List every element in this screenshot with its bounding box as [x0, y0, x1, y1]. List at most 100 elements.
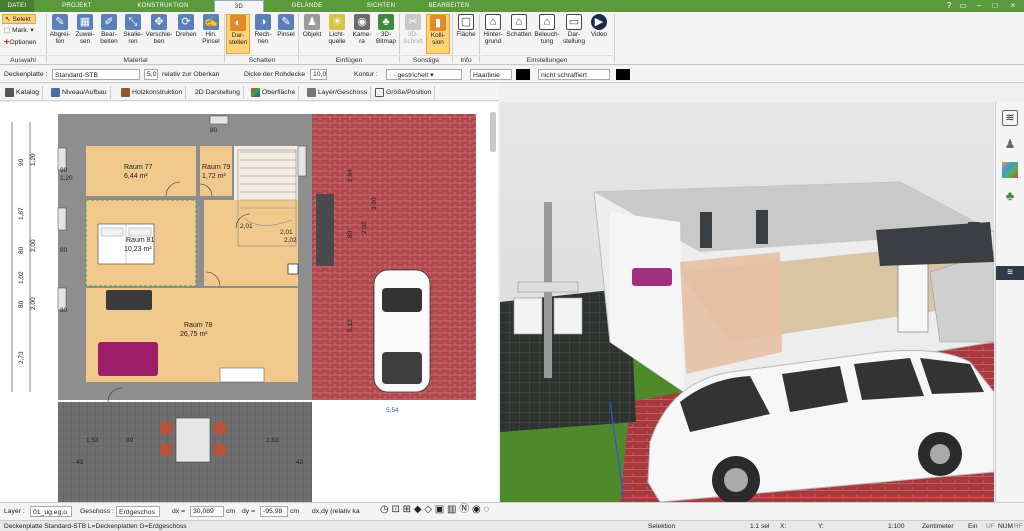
car-plan[interactable] [373, 269, 431, 393]
lichtquelle-button[interactable]: ☀ Licht-quelle [325, 14, 349, 45]
layer-geschoss-button[interactable]: Layer/Geschoss [304, 86, 372, 99]
floor-plan-view[interactable]: Raum 77 6,44 m² Raum 79 1,72 m² Raum 81 … [0, 102, 498, 502]
rotate-icon: ⟳ [178, 14, 194, 30]
house-light-icon: ⌂ [539, 14, 555, 30]
zuweisen-button[interactable]: ▦ Zuwei-sen [73, 14, 97, 45]
close-icon[interactable]: × [1008, 1, 1018, 11]
dim-door-7: 2,02 [284, 237, 297, 244]
dx-input[interactable]: 30,089 [190, 506, 224, 517]
ref-select[interactable]: relativ zur Oberkan [162, 69, 236, 80]
optionen-label: Optionen [9, 39, 37, 46]
3d-view[interactable] [500, 102, 994, 502]
groesse-position-button[interactable]: Größe/Position [372, 86, 436, 99]
stove[interactable] [287, 263, 299, 275]
pinsel-label: Pinsel [277, 31, 295, 38]
selekt-label: Selekt [12, 16, 31, 23]
dy-input[interactable]: -95,98 [260, 506, 288, 517]
tab-konstruktion[interactable]: KONSTRUKTION [118, 0, 208, 12]
flaeche-button[interactable]: ▢ Fläche [454, 14, 478, 38]
menu-icon[interactable]: ≡ [996, 266, 1024, 280]
tab-datei[interactable]: DATEI [0, 0, 34, 12]
katalog-button[interactable]: Katalog [2, 86, 44, 99]
darstellen-button[interactable]: ◐ Dar-stellen [226, 14, 250, 54]
linestyle-select[interactable]: Haarlinie [470, 69, 512, 80]
catalog-icon [5, 87, 14, 97]
line-color-swatch[interactable] [516, 69, 530, 80]
floor-plan-svg[interactable]: Raum 77 6,44 m² Raum 79 1,72 m² Raum 81 … [0, 102, 498, 502]
layer-select[interactable]: 01_ug,eg,o [30, 506, 72, 517]
restore-ribbon-icon[interactable]: ▭ [958, 1, 968, 11]
darstellung-label: Dar-stellung [562, 31, 586, 45]
dim-door-1: 2,01 [240, 223, 253, 230]
plan-scrollbar[interactable] [490, 112, 496, 152]
rechnen-button[interactable]: ◑ Rech-nen [251, 14, 275, 45]
verschieben-button[interactable]: ✥ Verschie-ben [145, 14, 173, 45]
tab-gelaende[interactable]: GELÄNDE [272, 0, 342, 12]
3d-scene-svg[interactable] [500, 102, 994, 502]
sofa-pink[interactable] [98, 342, 158, 376]
kontur-select[interactable]: · · gestrichelt ▾ [386, 69, 462, 80]
mark-button[interactable]: ⬚ Mark. ▾ [2, 26, 34, 36]
schatten-settings-button[interactable]: ⌂ Schatten [506, 14, 532, 38]
minimize-icon[interactable]: – [974, 1, 984, 11]
fill-color-swatch[interactable] [616, 69, 630, 80]
size-icon [375, 87, 384, 97]
zuweisen-label: Zuwei-sen [75, 31, 95, 45]
oberflaeche-button[interactable]: Oberfläche [248, 86, 300, 99]
thickness-input[interactable]: 5,0 [144, 69, 158, 80]
skalieren-button[interactable]: ⤡ Skalie-ren [121, 14, 145, 45]
objekt-button[interactable]: ♟ Objekt [300, 14, 324, 38]
pinsel-button[interactable]: ✎ Pinsel [274, 14, 298, 38]
bearbeiten-label: Bear-beiten [100, 31, 118, 45]
3d-schnitt-label: 3D- Schnitt [403, 31, 423, 45]
schraffur-value: nicht schraffiert [541, 72, 587, 79]
3d-schnitt-button[interactable]: ✂ 3D- Schnitt [401, 14, 425, 45]
abgreifen-button[interactable]: ✎ Abgrei-fen [48, 14, 72, 45]
tab-bearbeiten[interactable]: BEARBEITEN [414, 0, 484, 12]
layers-panel-icon[interactable]: ≋ [1002, 110, 1018, 126]
beleuchtung-button[interactable]: ⌂ Beleuch-tung [534, 14, 560, 45]
type-select[interactable]: Standard-STB [52, 69, 140, 80]
sofa-dark[interactable] [106, 290, 152, 310]
video-button[interactable]: ▶ Video [587, 14, 611, 38]
status-rf: RF [1014, 523, 1023, 530]
coord-mode-select[interactable]: dx,dy (relativ ka [312, 506, 374, 517]
darstellung-button[interactable]: ▭ Dar-stellung [562, 14, 586, 45]
kamera-button[interactable]: ◉ Kame-ra [350, 14, 374, 45]
dim-terrace-0: 1,53 [86, 437, 99, 444]
dim-terrace-2: 43 [76, 459, 84, 466]
kitchen-counter[interactable] [219, 367, 265, 383]
bearbeiten-button[interactable]: ✐ Bear-beiten [97, 14, 121, 45]
geschoss-select[interactable]: Erdgeschos [116, 506, 160, 517]
hintergrund-button[interactable]: ⌂ Hinter-grund [481, 14, 505, 45]
tab-projekt[interactable]: PROJEKT [52, 0, 102, 12]
chimney [316, 194, 334, 266]
holzkonstruktion-button[interactable]: Holzkonstruktion [118, 86, 187, 99]
katalog-label: Katalog [16, 89, 40, 96]
3d-bitmap-button[interactable]: ♣ 3D- Bitmap [374, 14, 398, 45]
hin-pinsel-button[interactable]: ✍ Hin. Pinsel [199, 14, 223, 45]
tree-panel-icon[interactable]: ♣ [1002, 188, 1018, 204]
rohdecke-input[interactable]: 10,0 [310, 69, 327, 80]
optionen-button[interactable]: ✚Optionen [2, 38, 36, 48]
mark-icon: ⬚ [4, 27, 11, 34]
kamera-label: Kame-ra [352, 31, 372, 45]
bed[interactable] [97, 223, 155, 265]
dim-garage-1: 3,90 [371, 197, 378, 210]
maximize-icon[interactable]: □ [990, 1, 1000, 11]
kollision-button[interactable]: ▮ Kolli-sion [426, 14, 450, 54]
abgreifen-label: Abgrei-fen [49, 31, 71, 45]
hatch-select[interactable]: nicht schraffiert [538, 69, 610, 80]
room-77-floor[interactable] [86, 146, 196, 196]
chair-panel-icon[interactable]: ♟ [1002, 136, 1018, 152]
selekt-button[interactable]: ↖ Selekt [2, 14, 36, 24]
drehen-button[interactable]: ⟳ Drehen [174, 14, 198, 38]
2d-darstellung-button[interactable]: 2D Darstellung [192, 86, 244, 99]
niveau-button[interactable]: Niveau/Aufbau [48, 86, 111, 99]
tab-3d[interactable]: 3D [214, 0, 264, 12]
room-79-floor[interactable] [200, 146, 232, 196]
help-icon[interactable]: ? [944, 1, 954, 11]
tab-sichten[interactable]: SICHTEN [352, 0, 410, 12]
materials-panel-icon[interactable] [1002, 162, 1018, 178]
snap-icons[interactable]: ◷ ⊡ ⊞ ◆ ◇ ▣ ▥ Ⓝ ◉ ◌ [380, 504, 489, 515]
